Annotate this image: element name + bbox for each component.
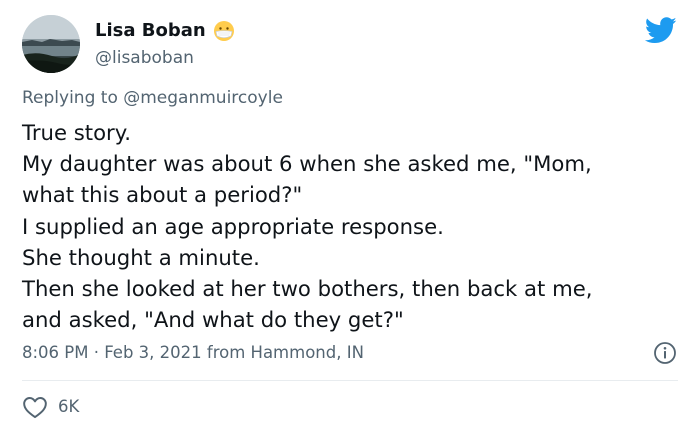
divider	[22, 380, 678, 381]
author-display-name[interactable]: Lisa Boban	[95, 19, 206, 43]
author-name-row: Lisa Boban	[95, 19, 235, 43]
replying-to-label: Replying to	[22, 88, 118, 108]
tweet-line: She thought a minute.	[22, 244, 260, 270]
info-icon[interactable]	[653, 341, 677, 365]
avatar[interactable]	[22, 15, 80, 73]
avatar-lake-landscape-image	[22, 15, 80, 73]
author-handle[interactable]: @lisaboban	[95, 47, 194, 69]
tweet-line: and asked, "And what do they get?"	[22, 307, 404, 333]
tweet-line: True story.	[22, 120, 132, 145]
like-count: 6K	[58, 397, 80, 416]
tweet-text: True story. My daughter was about 6 when…	[22, 117, 692, 335]
heart-outline-icon[interactable]	[22, 395, 48, 419]
tweet-line: what this about a period?"	[22, 182, 303, 208]
tweet-timestamp-location[interactable]: 8:06 PM · Feb 3, 2021 from Hammond, IN	[22, 342, 364, 364]
tweet-line: My daughter was about 6 when she asked m…	[22, 151, 592, 177]
face-with-medical-mask-icon	[213, 21, 234, 41]
tweet-card: Lisa Boban @lisaboban Replying to @megan…	[0, 0, 700, 433]
tweet-line: Then she looked at her two bothers, then…	[22, 276, 593, 302]
reply-mention-link[interactable]: @meganmuircoyle	[123, 88, 283, 108]
twitter-bird-icon[interactable]	[645, 17, 677, 44]
like-action[interactable]: 6K	[22, 394, 79, 420]
tweet-line: I supplied an age appropriate response.	[22, 213, 444, 239]
replying-to: Replying to @meganmuircoyle	[22, 86, 283, 110]
